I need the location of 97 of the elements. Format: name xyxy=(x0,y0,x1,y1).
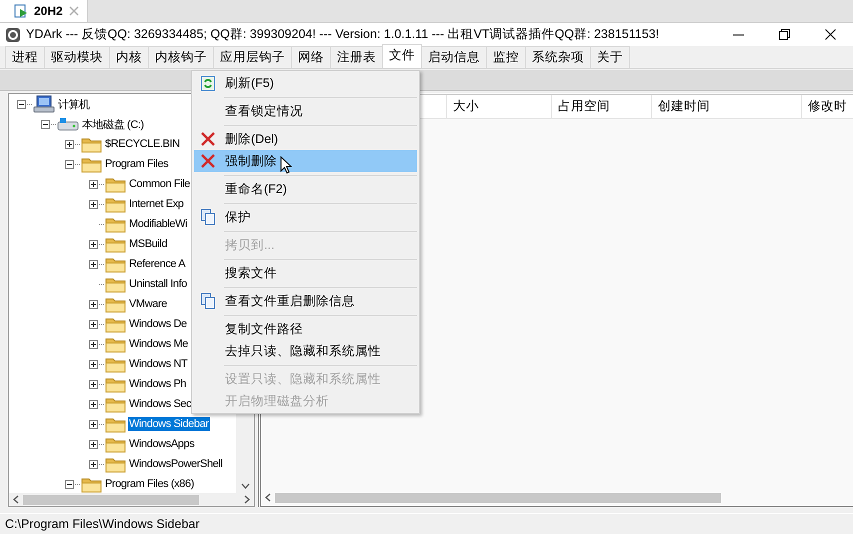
computer-icon xyxy=(33,95,55,113)
folder-icon xyxy=(105,196,126,212)
tree-item[interactable]: Common File xyxy=(128,177,192,191)
window-title: YDArk --- 反馈QQ: 3269334485; QQ群: 399309204! --- Version: 1.0.1.11 --- 出租VT调试器插件QQ群: 238151153! xyxy=(26,26,660,43)
scroll-left-icon[interactable] xyxy=(265,493,271,502)
scrollbar-thumb[interactable] xyxy=(23,494,199,504)
tree-item[interactable]: Program Files xyxy=(104,157,170,171)
folder-icon xyxy=(105,336,126,352)
tree-item[interactable]: 计算机 xyxy=(57,96,91,112)
mouse-cursor-icon xyxy=(280,156,292,174)
folder-icon xyxy=(81,136,102,152)
menu-item[interactable]: 重命名(F2) xyxy=(194,178,417,200)
folder-icon xyxy=(105,256,126,272)
column-header[interactable]: 修改时 xyxy=(802,95,853,118)
expand-icon[interactable] xyxy=(89,260,98,268)
folder-icon xyxy=(105,236,126,252)
tab-label: 20H2 xyxy=(34,4,63,18)
expand-icon[interactable] xyxy=(89,380,98,388)
folder-icon xyxy=(105,316,126,332)
folder-icon xyxy=(81,156,102,172)
copy-icon xyxy=(201,293,215,309)
collapse-icon[interactable] xyxy=(65,160,74,168)
menu-item[interactable]: 去掉只读、隐藏和系统属性 xyxy=(194,340,417,362)
tree-item[interactable]: Windows Ph xyxy=(128,377,188,391)
menu-item[interactable]: 刷新(F5) xyxy=(194,72,417,94)
menu-item[interactable]: 搜索文件 xyxy=(194,262,417,284)
tree-item[interactable]: ModifiableWi xyxy=(128,217,188,231)
folder-icon xyxy=(105,296,126,312)
menu-item[interactable]: 查看锁定情况 xyxy=(194,100,417,122)
folder-icon xyxy=(105,176,126,192)
folder-icon xyxy=(105,436,126,452)
expand-icon[interactable] xyxy=(65,140,74,148)
expand-icon[interactable] xyxy=(89,300,98,308)
scroll-right-icon[interactable] xyxy=(244,495,250,504)
tree-item[interactable]: Reference A xyxy=(128,257,186,271)
folder-icon xyxy=(105,396,126,412)
column-header[interactable]: 大小 xyxy=(447,95,552,118)
horizontal-scrollbar[interactable] xyxy=(9,493,254,506)
document-tab[interactable]: 20H2 xyxy=(0,0,88,22)
expand-icon[interactable] xyxy=(89,440,98,448)
tree-item[interactable]: Windows NT xyxy=(128,357,188,371)
restore-icon xyxy=(778,29,790,40)
tree-item[interactable]: VMware xyxy=(128,297,168,311)
expand-icon[interactable] xyxy=(89,180,98,188)
tree-item[interactable]: Windows Sidebar xyxy=(128,417,210,431)
tab[interactable]: 关于 xyxy=(590,46,630,68)
drive-icon xyxy=(57,116,79,132)
tree-item[interactable]: Windows Sec xyxy=(128,397,192,411)
expand-icon[interactable] xyxy=(89,240,98,248)
expand-icon[interactable] xyxy=(89,400,98,408)
refresh-icon xyxy=(201,76,215,90)
collapse-icon[interactable] xyxy=(65,480,74,488)
delete-icon xyxy=(201,154,215,168)
document-play-icon xyxy=(14,4,28,18)
expand-icon[interactable] xyxy=(89,360,98,368)
tab[interactable]: 进程 xyxy=(5,46,45,68)
copy-icon xyxy=(201,209,215,225)
expand-icon[interactable] xyxy=(89,340,98,348)
column-header[interactable]: 占用空间 xyxy=(552,95,652,118)
tree-item[interactable]: $RECYCLE.BIN xyxy=(104,137,181,151)
folder-icon xyxy=(105,356,126,372)
folder-icon xyxy=(105,376,126,392)
status-path: C:\Program Files\Windows Sidebar xyxy=(5,516,200,530)
scrollbar-thumb[interactable] xyxy=(275,492,721,502)
folder-icon xyxy=(105,276,126,292)
menu-item[interactable]: 强制删除 xyxy=(194,150,417,172)
tree-item[interactable]: 本地磁盘 (C:) xyxy=(81,116,145,132)
tree-item[interactable]: WindowsPowerShell xyxy=(128,457,224,471)
close-icon xyxy=(824,29,836,40)
menu-item[interactable]: 查看文件重启删除信息 xyxy=(194,290,417,312)
folder-icon xyxy=(105,416,126,432)
delete-icon xyxy=(201,132,215,146)
menu-item[interactable]: 复制文件路径 xyxy=(194,318,417,340)
scroll-down-icon[interactable] xyxy=(240,483,250,489)
folder-icon xyxy=(105,456,126,472)
tree-item[interactable]: Uninstall Info xyxy=(128,277,188,291)
tree-item[interactable]: MSBuild xyxy=(128,237,168,251)
minimize-icon xyxy=(732,34,744,36)
tree-item[interactable]: WindowsApps xyxy=(128,437,196,451)
tree-item[interactable]: Windows De xyxy=(128,317,188,331)
tree-item[interactable]: Program Files (x86) xyxy=(104,477,195,491)
expand-icon[interactable] xyxy=(89,320,98,328)
expand-icon[interactable] xyxy=(89,200,98,208)
column-header[interactable]: 创建时间 xyxy=(652,95,802,118)
expand-icon[interactable] xyxy=(89,460,98,468)
folder-icon xyxy=(105,216,126,232)
tab[interactable]: 文件 xyxy=(382,44,422,68)
collapse-icon[interactable] xyxy=(17,100,26,108)
scroll-left-icon[interactable] xyxy=(13,495,19,504)
tree-item[interactable]: Internet Exp xyxy=(128,197,185,211)
tree-item[interactable]: Windows Me xyxy=(128,337,189,351)
gear-icon xyxy=(6,28,20,42)
menu-item[interactable]: 删除(Del) xyxy=(194,128,417,150)
folder-icon xyxy=(81,476,102,492)
menu-item[interactable]: 保护 xyxy=(194,206,417,228)
expand-icon[interactable] xyxy=(89,420,98,428)
collapse-icon[interactable] xyxy=(41,120,50,128)
